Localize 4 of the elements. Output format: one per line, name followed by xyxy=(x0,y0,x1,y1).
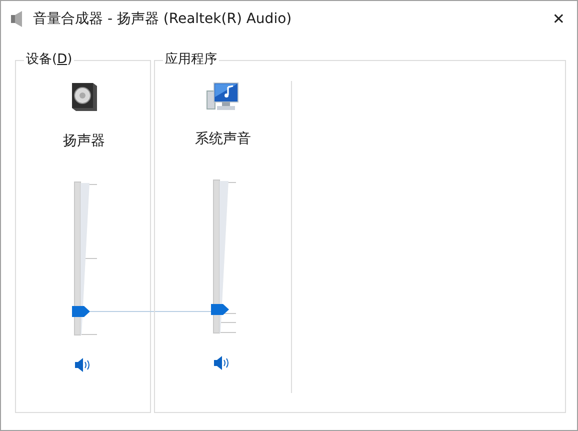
device-name: 扬声器 xyxy=(63,132,105,151)
window-title: 音量合成器 - 扬声器 (Realtek(R) Audio) xyxy=(33,10,292,28)
device-name: 系统声音 xyxy=(195,130,251,149)
close-button[interactable]: ✕ xyxy=(552,12,565,26)
